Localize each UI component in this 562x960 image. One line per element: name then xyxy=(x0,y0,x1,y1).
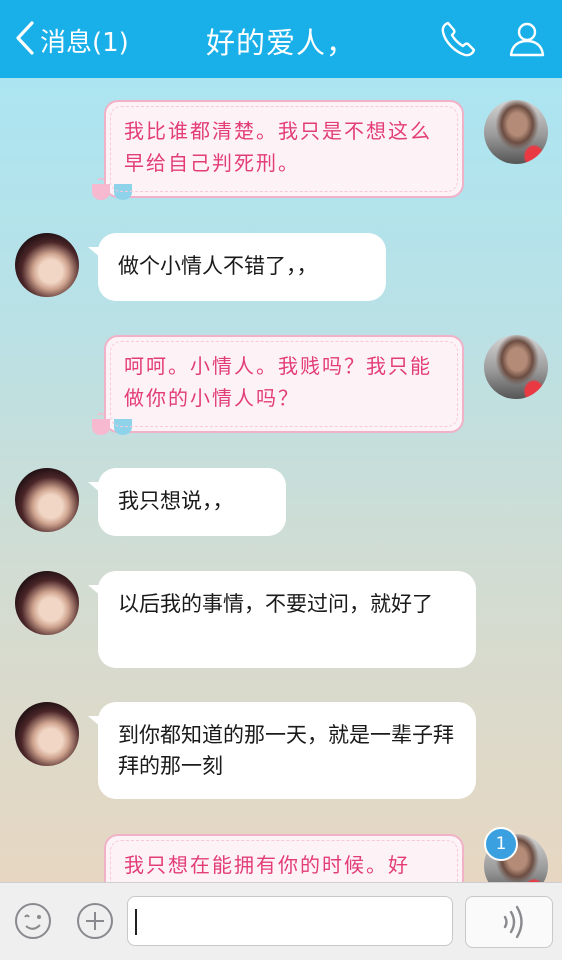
voice-button[interactable] xyxy=(465,896,553,948)
voice-icon xyxy=(503,905,523,939)
message-bubble-received[interactable]: 到你都知道的那一天，就是一辈子拜拜的那一刻 xyxy=(88,702,476,799)
message-bubble-sent[interactable]: 我比谁都清楚。我只是不想这么早给自己判死刑。 xyxy=(92,100,464,200)
message-bubble-received[interactable]: 我只想说，， xyxy=(88,468,286,536)
message-text: 以后我的事情，不要过问，就好了 xyxy=(118,592,433,616)
person-icon[interactable] xyxy=(506,18,548,60)
input-bar xyxy=(0,882,562,960)
my-avatar[interactable] xyxy=(15,233,79,297)
plus-circle-icon[interactable] xyxy=(75,901,115,941)
message-text: 到你都知道的那一天，就是一辈子拜拜的那一刻 xyxy=(118,723,454,778)
chat-header: 消息(1) 好的爱人， xyxy=(0,0,562,78)
phone-icon[interactable] xyxy=(438,18,480,60)
my-avatar[interactable] xyxy=(15,571,79,635)
message-text: 我只想说，， xyxy=(118,489,234,513)
smiley-icon[interactable] xyxy=(13,901,53,941)
message-bubble-sent[interactable]: 呵呵。小情人。我贱吗？我只能做你的小情人吗？ xyxy=(92,335,464,435)
contact-avatar[interactable] xyxy=(484,335,548,399)
message-text: 我比谁都清楚。我只是不想这么早给自己判死刑。 xyxy=(124,119,432,175)
teacup-decoration-icon xyxy=(92,177,132,200)
message-bubble-sent[interactable]: 我只想在能拥有你的时候。好 xyxy=(104,834,464,882)
message-text: 呵呵。小情人。我贱吗？我只能做你的小情人吗？ xyxy=(124,354,432,410)
message-bubble-received[interactable]: 以后我的事情，不要过问，就好了 xyxy=(88,571,476,668)
contact-avatar[interactable] xyxy=(484,100,548,164)
unread-badge[interactable]: 1 xyxy=(484,827,518,861)
message-text: 做个小情人不错了，， xyxy=(118,254,318,278)
text-cursor xyxy=(135,909,137,935)
my-avatar[interactable] xyxy=(15,468,79,532)
message-bubble-received[interactable]: 做个小情人不错了，， xyxy=(88,233,386,301)
message-input[interactable] xyxy=(127,896,453,946)
teacup-decoration-icon xyxy=(92,412,132,435)
chat-area[interactable]: 我比谁都清楚。我只是不想这么早给自己判死刑。 做个小情人不错了，， 呵呵。小情人… xyxy=(0,78,562,882)
my-avatar[interactable] xyxy=(15,702,79,766)
message-text: 我只想在能拥有你的时候。好 xyxy=(124,853,410,877)
